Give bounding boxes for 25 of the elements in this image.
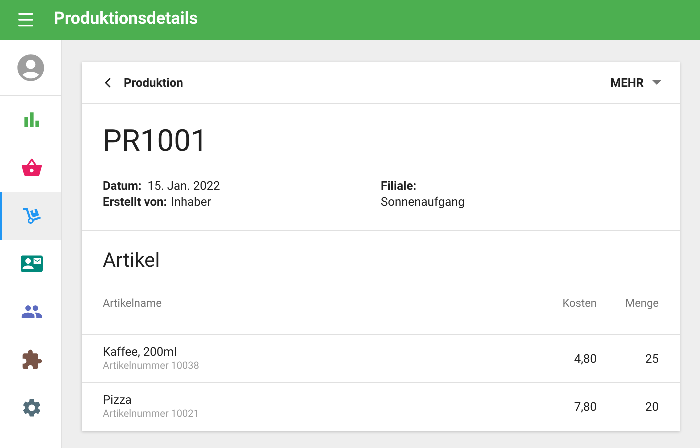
- article-number: Artikelnummer 10021: [103, 408, 200, 422]
- article-name: Kaffee, 200ml: [103, 344, 178, 360]
- production-id: PR1001: [103, 123, 209, 161]
- table-cell-text: 4,80: [573, 350, 597, 368]
- caret-icon: [652, 80, 662, 85]
- field-label: Erstellt von:: [103, 194, 168, 210]
- field-label: Datum:: [103, 178, 142, 194]
- field-value: 15. Jan. 2022: [148, 178, 220, 194]
- article-name: Pizza: [103, 392, 133, 408]
- app-title: Produktionsdetails: [54, 8, 198, 32]
- table-cell-text: 7,80: [573, 399, 597, 416]
- more-menu-button[interactable]: MEHR: [610, 74, 662, 92]
- field-value: Sonnenaufgang: [381, 194, 466, 210]
- column-header: Kosten: [562, 296, 597, 312]
- table-cell-text: 20: [644, 399, 659, 416]
- article-number: Artikelnummer 10038: [103, 360, 200, 374]
- column-header: Menge: [624, 296, 659, 312]
- table-cell-text: 25: [644, 350, 659, 368]
- avatar-icon[interactable]: [14, 52, 46, 84]
- column-header: Artikelname: [103, 296, 163, 312]
- field-label: Filiale:: [381, 178, 418, 194]
- back-link[interactable]: Produktion: [100, 74, 184, 92]
- sidebar-item[interactable]: [0, 192, 61, 240]
- field-value: Inhaber: [171, 194, 212, 210]
- section-title: Artikel: [103, 248, 160, 272]
